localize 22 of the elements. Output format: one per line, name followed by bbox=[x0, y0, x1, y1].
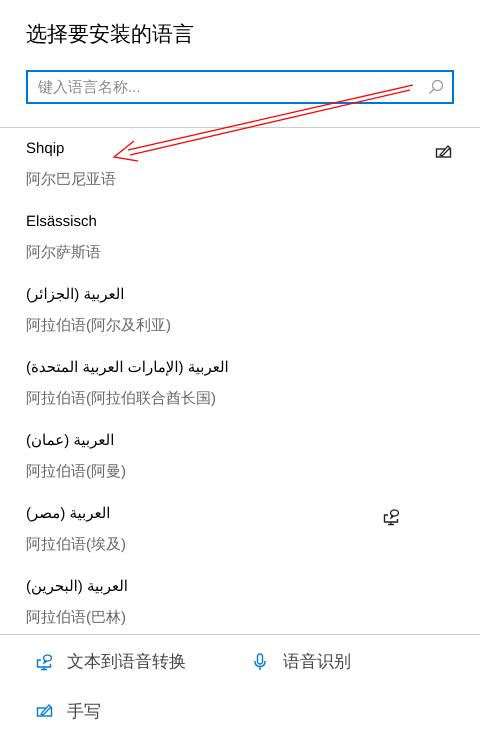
speech-monitor-icon bbox=[383, 508, 400, 526]
language-native-name: العربية (مصر) bbox=[26, 504, 112, 524]
language-native-name: العربية (الجزائر) bbox=[26, 285, 126, 305]
search-field[interactable]: 键入语言名称... bbox=[26, 70, 454, 104]
language-native-name: Elsässisch bbox=[26, 212, 98, 232]
feature-label: 语音识别 bbox=[283, 651, 351, 673]
language-name: 阿拉伯语(埃及) bbox=[26, 535, 126, 555]
language-native-name: العربية (عمان) bbox=[26, 431, 116, 451]
language-name: 阿尔巴尼亚语 bbox=[26, 170, 116, 190]
dialog-title: 选择要安装的语言 bbox=[25, 22, 195, 48]
language-name: 阿尔萨斯语 bbox=[26, 243, 101, 263]
language-name: 阿拉伯语(阿曼) bbox=[26, 462, 126, 482]
feature-label: 文本到语音转换 bbox=[67, 651, 186, 673]
language-native-name: Shqip bbox=[26, 139, 66, 159]
feature-label: 手写 bbox=[67, 700, 101, 722]
language-name: 阿拉伯语(阿尔及利亚) bbox=[26, 316, 171, 336]
search-icon[interactable] bbox=[428, 79, 444, 95]
speech-monitor-icon bbox=[36, 652, 53, 671]
language-name: 阿拉伯语(巴林) bbox=[26, 608, 127, 628]
language-native-name: العربية (الإمارات العربية المتحدة) bbox=[26, 358, 229, 378]
language-native-name: العربية (البحرين) bbox=[26, 577, 128, 597]
language-name: 阿拉伯语(阿拉伯联合酋长国) bbox=[26, 389, 217, 409]
